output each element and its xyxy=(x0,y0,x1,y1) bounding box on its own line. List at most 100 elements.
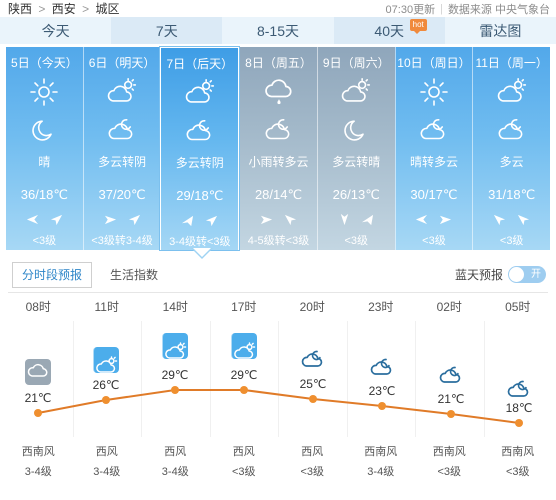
cloud-moon-icon xyxy=(473,111,550,149)
day-column-0[interactable]: 5日（今天） 晴 36/18℃ <3级 xyxy=(6,47,83,250)
update-time: 07:30更新 xyxy=(385,3,436,16)
tab-label: 40天 xyxy=(374,22,404,39)
main-tabs: 今天 7天 8-15天 40天 hot 雷达图 xyxy=(0,17,556,44)
tab-label: 8-15天 xyxy=(256,22,300,39)
day-title: 9日（周六） xyxy=(322,56,390,70)
day-condition: 小雨转多云 xyxy=(248,155,309,169)
hour-temp-3: 29℃ xyxy=(230,368,258,382)
wind-level: <3级 xyxy=(344,235,368,247)
day-temperature: 26/13℃ xyxy=(332,187,380,202)
wind-level: <3级 xyxy=(499,235,524,247)
tab-label: 雷达图 xyxy=(479,22,522,39)
cloud-moon-icon xyxy=(396,111,473,149)
day-column-1[interactable]: 6日（明天） 多云转阴 37/20℃ <3级转3-4级 xyxy=(82,47,161,250)
bluesky-label: 蓝天预报 xyxy=(454,268,503,282)
toggle-knob xyxy=(509,267,524,282)
rain-icon xyxy=(240,73,317,111)
bluesky-forecast-control: 蓝天预报 开 xyxy=(455,266,546,283)
meta-divider: | xyxy=(440,2,443,15)
tab-40days[interactable]: 40天 hot xyxy=(333,17,445,44)
selected-day-pointer xyxy=(191,248,213,259)
day-title: 10日（周日） xyxy=(397,56,471,70)
seven-day-forecast: 5日（今天） 晴 36/18℃ <3级 6日（明天） 多云转阴 37/20℃ <… xyxy=(0,47,556,259)
day-condition: 晴 xyxy=(38,155,51,169)
tab-hourly-forecast[interactable]: 分时段预报 xyxy=(12,262,93,288)
cloud-sun-icon xyxy=(161,74,238,112)
data-source: 数据来源 中央气象台 xyxy=(447,3,550,16)
breadcrumb-separator: > xyxy=(82,2,90,16)
tab-today[interactable]: 今天 xyxy=(0,17,112,44)
wind-level: <3级转3-4级 xyxy=(91,235,153,247)
hour-temp-0: 21℃ xyxy=(24,391,52,405)
day-condition: 晴转多云 xyxy=(409,155,458,169)
cloud-sun-icon xyxy=(318,73,395,111)
wind-level: <3级 xyxy=(422,235,446,247)
hour-temp-5: 23℃ xyxy=(368,384,396,398)
day-title: 7日（后天） xyxy=(166,57,234,71)
day-condition: 多云 xyxy=(499,155,524,169)
cloud-moon-icon xyxy=(161,112,238,150)
day-title: 6日（明天） xyxy=(88,56,156,70)
hour-temp-7: 18℃ xyxy=(505,401,533,415)
day-condition: 多云转阴 xyxy=(98,155,147,169)
top-bar: 陕西 > 西安 > 城区 07:30更新 | 数据来源 中央气象台 xyxy=(0,0,556,17)
sub-tab-bar: 分时段预报 生活指数 蓝天预报 开 xyxy=(0,258,556,292)
day-condition: 多云转晴 xyxy=(332,155,381,169)
breadcrumb-city[interactable]: 西安 xyxy=(52,2,76,16)
day-temperature: 36/18℃ xyxy=(20,187,68,202)
bluesky-toggle[interactable]: 开 xyxy=(508,266,546,283)
wind-direction-icons xyxy=(473,211,550,227)
wind-level: 3-4级转<3级 xyxy=(169,236,231,248)
wind-direction-icons xyxy=(161,212,238,228)
wind-level: <3级 xyxy=(32,235,57,247)
cloud-sun-icon xyxy=(473,73,550,111)
day-column-3[interactable]: 8日（周五） 小雨转多云 28/14℃ 4-5级转<3级 xyxy=(239,47,317,250)
tab-7days[interactable]: 7天 xyxy=(111,17,223,44)
hour-temp-2: 29℃ xyxy=(161,368,189,382)
temperature-line-chart xyxy=(34,386,523,427)
hour-temp-6: 21℃ xyxy=(437,392,465,406)
wind-direction-icons xyxy=(6,211,83,227)
cloud-moon-icon xyxy=(240,111,317,149)
hot-badge: hot xyxy=(409,19,427,34)
day-title: 8日（周五） xyxy=(245,56,312,70)
wind-direction-icons xyxy=(240,211,317,227)
day-condition: 多云转阴 xyxy=(175,156,224,170)
tab-8to15days[interactable]: 8-15天 xyxy=(222,17,334,44)
breadcrumb-district[interactable]: 城区 xyxy=(95,2,119,16)
breadcrumb-separator: > xyxy=(38,2,46,16)
day-temperature: 28/14℃ xyxy=(254,187,303,202)
wind-level: 4-5级转<3级 xyxy=(247,235,310,247)
cloud-moon-icon xyxy=(84,111,161,149)
breadcrumb: 陕西 > 西安 > 城区 xyxy=(8,0,119,17)
weather-page: 陕西 > 西安 > 城区 07:30更新 | 数据来源 中央气象台 今天 7天 … xyxy=(0,0,556,500)
tab-life-index[interactable]: 生活指数 xyxy=(100,262,169,288)
day-temperature: 37/20℃ xyxy=(98,187,146,202)
cloud-sun-icon xyxy=(84,73,161,111)
wind-direction-icons xyxy=(84,211,161,227)
day-column-6[interactable]: 11日（周一） 多云 31/18℃ <3级 xyxy=(472,47,551,250)
day-column-2[interactable]: 7日（后天） 多云转阴 29/18℃ 3-4级转<3级 xyxy=(160,47,240,250)
day-temperature: 29/18℃ xyxy=(176,188,224,203)
sun-icon xyxy=(396,73,473,111)
day-column-5[interactable]: 10日（周日） 晴转多云 30/17℃ <3级 xyxy=(394,47,473,250)
hour-temp-4: 25℃ xyxy=(299,377,327,391)
day-column-4[interactable]: 9日（周六） 多云转晴 26/13℃ <3级 xyxy=(316,47,395,250)
tab-radar[interactable]: 雷达图 xyxy=(444,17,556,44)
hourly-forecast-chart: 08时 西南风 3-4级 11时 西风 3-4级 14时 西风 3-4级 17时… xyxy=(0,293,556,489)
sun-icon xyxy=(6,73,83,111)
day-title: 5日（今天） xyxy=(11,56,78,70)
tab-label: 今天 xyxy=(41,22,70,39)
tab-label: 7天 xyxy=(155,22,178,39)
wind-direction-icons xyxy=(318,211,395,227)
hour-temp-1: 26℃ xyxy=(92,378,120,392)
header-meta: 07:30更新 | 数据来源 中央气象台 xyxy=(386,1,550,17)
day-temperature: 30/17℃ xyxy=(410,187,458,202)
wind-direction-icons xyxy=(396,211,473,227)
day-temperature: 31/18℃ xyxy=(488,187,536,202)
day-title: 11日（周一） xyxy=(475,56,548,70)
moon-icon xyxy=(6,111,83,149)
breadcrumb-province[interactable]: 陕西 xyxy=(8,2,32,16)
moon-icon xyxy=(318,111,395,149)
toggle-state-label: 开 xyxy=(531,269,541,280)
